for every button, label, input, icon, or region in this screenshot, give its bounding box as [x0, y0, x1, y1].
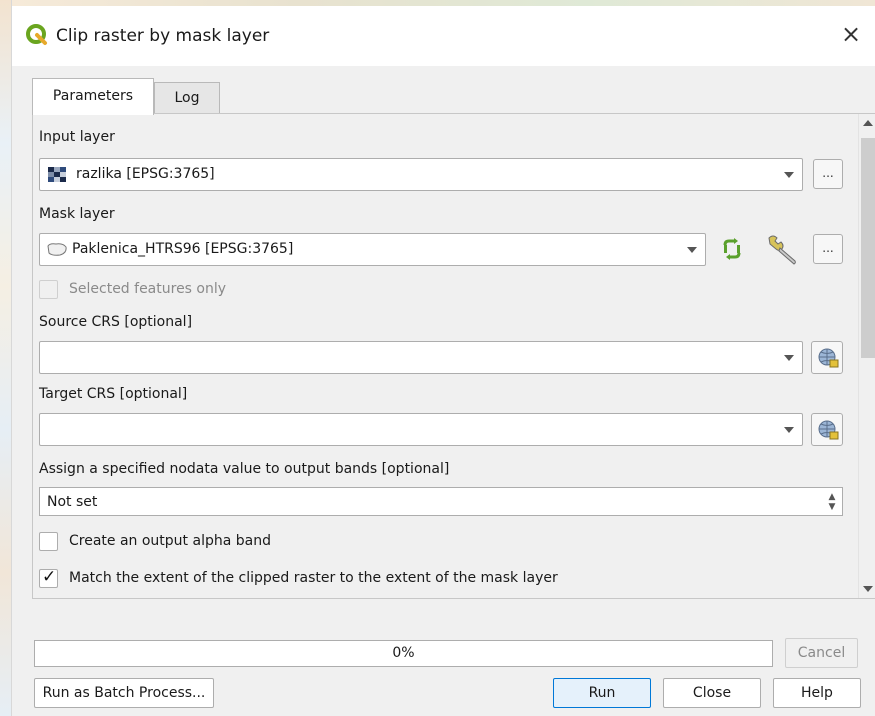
tab-log[interactable]: Log: [154, 82, 220, 114]
input-layer-value: razlika [EPSG:3765]: [76, 166, 215, 182]
crs-globe-icon: [818, 420, 839, 440]
nodata-label: Assign a specified nodata value to outpu…: [39, 461, 450, 477]
nodata-spinbox[interactable]: Not set ▲ ▼: [39, 487, 843, 516]
checkmark-icon: ✓: [42, 567, 57, 587]
advanced-settings-wrench-icon[interactable]: [765, 232, 801, 266]
mask-layer-label: Mask layer: [39, 206, 115, 222]
close-window-icon[interactable]: ×: [837, 20, 865, 48]
progress-bar: 0%: [34, 640, 773, 667]
selected-features-only-label: Selected features only: [69, 281, 227, 297]
title-bar: Clip raster by mask layer ×: [12, 6, 875, 66]
input-layer-browse-button[interactable]: ...: [813, 159, 843, 189]
target-crs-label: Target CRS [optional]: [39, 386, 188, 402]
cancel-button[interactable]: Cancel: [785, 638, 858, 668]
match-extent-checkbox[interactable]: ✓ Match the extent of the clipped raster…: [39, 567, 639, 589]
source-crs-combobox[interactable]: [39, 341, 803, 374]
clip-raster-dialog: Clip raster by mask layer × Parameters L…: [12, 6, 875, 716]
mask-layer-browse-button[interactable]: ...: [813, 234, 843, 264]
chevron-down-icon: [687, 247, 697, 253]
source-crs-select-button[interactable]: [811, 341, 843, 374]
alpha-band-checkbox[interactable]: Create an output alpha band: [39, 532, 339, 552]
selected-features-only-checkbox[interactable]: Selected features only: [39, 280, 339, 300]
mask-layer-value: Paklenica_HTRS96 [EPSG:3765]: [72, 241, 294, 257]
target-crs-combobox[interactable]: [39, 413, 803, 446]
polygon-layer-icon: [47, 243, 67, 256]
scrollbar-thumb[interactable]: [861, 138, 875, 358]
run-as-batch-button[interactable]: Run as Batch Process...: [34, 678, 214, 708]
match-extent-box: ✓: [39, 567, 58, 588]
window-title: Clip raster by mask layer: [56, 26, 270, 46]
scroll-up-icon[interactable]: [863, 120, 873, 126]
nodata-value: Not set: [47, 494, 98, 510]
iterate-over-features-icon[interactable]: [719, 236, 745, 262]
run-button[interactable]: Run: [553, 678, 651, 708]
input-layer-combobox[interactable]: razlika [EPSG:3765]: [39, 158, 803, 191]
spin-arrows-icon[interactable]: ▲ ▼: [826, 492, 838, 512]
target-crs-select-button[interactable]: [811, 413, 843, 446]
input-layer-label: Input layer: [39, 129, 115, 145]
parameters-panel: Input layer razlika [EPSG:3765] ... Mask…: [32, 113, 875, 599]
crs-globe-icon: [818, 348, 839, 368]
mask-layer-combobox[interactable]: Paklenica_HTRS96 [EPSG:3765]: [39, 233, 706, 266]
chevron-down-icon: [784, 427, 794, 433]
chevron-down-icon: [784, 172, 794, 178]
panel-scrollbar[interactable]: [858, 114, 875, 598]
selected-features-only-box: [39, 280, 58, 299]
alpha-band-label: Create an output alpha band: [69, 533, 271, 549]
background-map-strip: [0, 0, 12, 716]
match-extent-label: Match the extent of the clipped raster t…: [69, 570, 558, 586]
alpha-band-box: [39, 532, 58, 551]
scroll-down-icon[interactable]: [863, 586, 873, 592]
progress-label: 0%: [392, 645, 415, 661]
source-crs-label: Source CRS [optional]: [39, 314, 193, 330]
help-button[interactable]: Help: [773, 678, 861, 708]
close-button[interactable]: Close: [663, 678, 761, 708]
raster-layer-icon: [48, 167, 66, 182]
qgis-icon: [26, 24, 47, 45]
tab-parameters[interactable]: Parameters: [32, 78, 154, 115]
chevron-down-icon: [784, 355, 794, 361]
